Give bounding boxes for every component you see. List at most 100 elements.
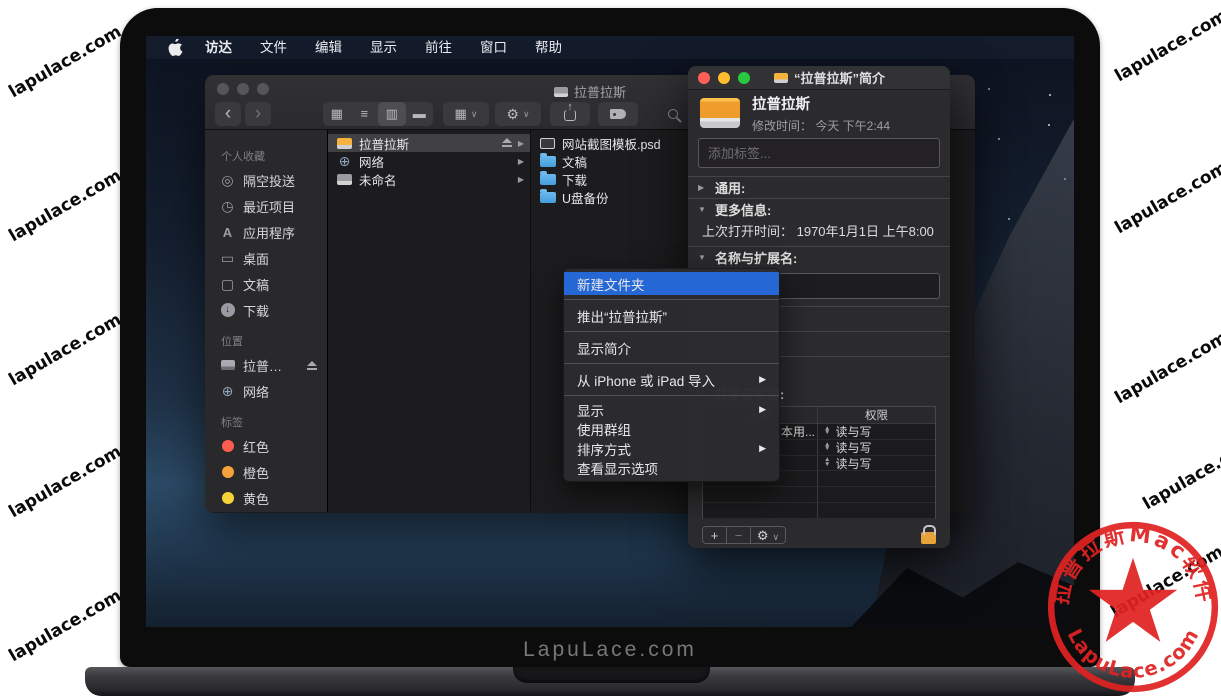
back-button[interactable]: ‹ xyxy=(215,102,241,126)
menubar-item-3[interactable]: 编辑 xyxy=(301,36,356,59)
search-icon[interactable] xyxy=(668,109,678,119)
view-gallery-icon[interactable]: ▬ xyxy=(406,102,434,126)
menu-item-label: 显示 xyxy=(577,400,759,420)
sidebar-item[interactable]: ↓下载 xyxy=(205,297,327,323)
context-menu-item[interactable]: 查看显示选项 xyxy=(564,459,779,479)
file-label: 文稿 xyxy=(562,152,587,171)
menubar-item-6[interactable]: 窗口 xyxy=(466,36,521,59)
documents-icon: ▢ xyxy=(219,276,236,293)
file-row[interactable]: ⊕网络▶ xyxy=(328,152,530,170)
info-header: 拉普拉斯 修改时间： 今天 下午2:44 xyxy=(688,90,950,136)
context-menu-item[interactable]: 使用群组 xyxy=(564,420,779,440)
actions-button[interactable]: ⚙∨ xyxy=(495,102,541,126)
eject-icon[interactable] xyxy=(307,358,317,373)
disclosure-down-icon[interactable]: ▼ xyxy=(698,205,708,214)
sidebar-item[interactable]: A应用程序 xyxy=(205,219,327,245)
file-row[interactable]: 拉普拉斯 ▶ xyxy=(328,134,530,152)
view-switcher[interactable]: ▦ ≡ ▥ ▬ xyxy=(323,102,433,126)
section-more-info[interactable]: ▼ 更多信息: xyxy=(688,199,950,220)
tag-orange-icon xyxy=(219,466,236,478)
group-button[interactable]: ▦∨ xyxy=(443,102,489,126)
context-menu-item[interactable]: 显示简介 xyxy=(564,336,779,359)
add-tags-input[interactable] xyxy=(706,145,932,162)
permission-select[interactable]: ▲▼读与写 xyxy=(817,456,935,471)
stamp-logo: 拉普拉斯Mac软件 LapuLace.com xyxy=(1040,514,1221,700)
disk-gray-icon xyxy=(336,174,353,185)
sidebar-section-title: 位置 xyxy=(221,333,327,349)
zoom-button[interactable] xyxy=(738,72,750,84)
permission-value: 读与写 xyxy=(835,439,871,456)
sidebar-item[interactable]: ▢文稿 xyxy=(205,271,327,297)
context-menu-item[interactable]: 排序方式▶ xyxy=(564,439,779,459)
context-menu-item[interactable]: 从 iPhone 或 iPad 导入▶ xyxy=(564,368,779,391)
recents-icon: ◷ xyxy=(219,198,236,215)
menubar-item-4[interactable]: 显示 xyxy=(356,36,411,59)
menu-item-label: 新建文件夹 xyxy=(577,274,766,294)
sidebar-item[interactable]: 拉普… xyxy=(205,352,327,378)
file-row[interactable]: 未命名▶ xyxy=(328,170,530,188)
tag-button[interactable] xyxy=(598,102,638,126)
tag-field xyxy=(698,138,940,168)
column-1: 拉普拉斯▶⊕网络▶未命名▶ xyxy=(328,134,530,188)
sidebar-item[interactable]: 红色 xyxy=(205,433,327,459)
network-icon: ⊕ xyxy=(219,383,236,400)
disclosure-down-icon[interactable]: ▼ xyxy=(698,253,708,262)
watermark-text: lapulace.com xyxy=(5,442,124,523)
modified-time: 修改时间： 今天 下午2:44 xyxy=(752,117,890,134)
permissions-gear-button[interactable]: ⚙∨ xyxy=(751,527,785,543)
file-label: 网络 xyxy=(359,152,512,171)
sidebar-item-label: 网络 xyxy=(243,382,269,401)
section-general[interactable]: ▶ 通用: xyxy=(688,177,950,198)
tag-yellow-icon xyxy=(219,492,236,504)
eject-icon[interactable] xyxy=(502,136,512,150)
tag-red-icon xyxy=(219,440,236,452)
view-list-icon[interactable]: ≡ xyxy=(351,102,379,126)
permission-row-empty xyxy=(703,503,935,519)
minimize-button[interactable] xyxy=(718,72,730,84)
sidebar-item[interactable]: ⊕ 网络 xyxy=(205,378,327,404)
watermark-text: lapulace.com xyxy=(5,166,124,247)
remove-user-button[interactable]: − xyxy=(727,527,751,543)
menubar-item-2[interactable]: 文件 xyxy=(246,36,301,59)
sidebar-item-label: 橙色 xyxy=(243,463,269,482)
chevron-right-icon: ▶ xyxy=(518,139,524,148)
column-header-permission: 权限 xyxy=(817,407,935,423)
add-user-button[interactable]: + xyxy=(703,527,727,543)
disclosure-right-icon[interactable]: ▶ xyxy=(698,183,708,192)
zoom-button[interactable] xyxy=(257,83,269,95)
sidebar-item[interactable]: 黄色 xyxy=(205,485,327,511)
apple-menu-icon[interactable] xyxy=(168,39,183,56)
sidebar-item[interactable]: ▭桌面 xyxy=(205,245,327,271)
sidebar-item[interactable]: ◷最近项目 xyxy=(205,193,327,219)
view-columns-icon[interactable]: ▥ xyxy=(378,102,406,126)
sidebar-item[interactable]: 橙色 xyxy=(205,459,327,485)
menubar-item-5[interactable]: 前往 xyxy=(411,36,466,59)
chevron-down-icon: ∨ xyxy=(471,109,478,120)
submenu-arrow-icon: ▶ xyxy=(759,443,766,454)
context-menu-item[interactable]: 推出“拉普拉斯” xyxy=(564,304,779,327)
permission-select[interactable]: ▲▼读与写 xyxy=(817,440,935,455)
permission-select[interactable]: ▲▼读与写 xyxy=(817,424,935,439)
downloads-icon: ↓ xyxy=(219,303,236,317)
file-label: 拉普拉斯 xyxy=(359,134,496,153)
context-menu-item[interactable]: 新建文件夹 xyxy=(564,272,779,295)
sidebar-item-label: 应用程序 xyxy=(243,223,295,242)
minimize-button[interactable] xyxy=(237,83,249,95)
section-name-extension[interactable]: ▼ 名称与扩展名: xyxy=(688,247,950,268)
file-label: 下载 xyxy=(562,170,587,189)
context-menu-item[interactable]: 显示▶ xyxy=(564,400,779,420)
close-button[interactable] xyxy=(217,83,229,95)
forward-button[interactable]: › xyxy=(245,102,271,126)
sidebar-item[interactable]: 绿色 xyxy=(205,511,327,512)
close-button[interactable] xyxy=(698,72,710,84)
menu-item-label: 显示简介 xyxy=(577,338,766,358)
sidebar-item[interactable]: ◎隔空投送 xyxy=(205,167,327,193)
share-button[interactable] xyxy=(550,102,590,126)
view-grid-icon[interactable]: ▦ xyxy=(323,102,351,126)
menubar-item-7[interactable]: 帮助 xyxy=(521,36,576,59)
menubar-item-1[interactable]: 访达 xyxy=(191,36,246,59)
finder-sidebar: 个人收藏◎隔空投送◷最近项目A应用程序▭桌面▢文稿↓下载位置拉普…⊕网络标签红色… xyxy=(205,130,328,512)
lock-icon[interactable] xyxy=(921,532,936,544)
menubar-items: 访达文件编辑显示前往窗口帮助 xyxy=(191,36,576,59)
chevron-right-icon: ▶ xyxy=(518,157,524,166)
